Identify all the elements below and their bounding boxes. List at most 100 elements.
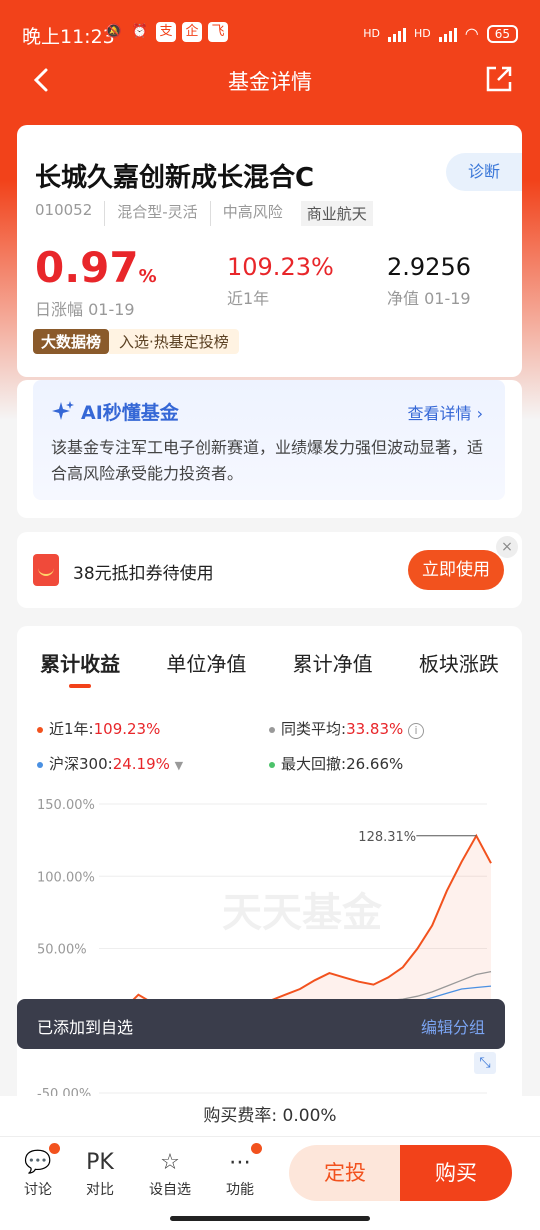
dingtou-button[interactable]: 定投 [289,1145,401,1201]
sparkle-icon [52,400,74,420]
page-title: 基金详情 [228,70,312,94]
tab-unit-nav[interactable]: 单位净值 [166,648,246,677]
alipay-icon: 支 [156,22,176,42]
ai-summary-section: AI秒懂基金 查看详情 › 该基金专注军工电子创新赛道，业绩爆发力强但波动显著，… [17,380,522,518]
daily-change-label: 日涨幅 01-19 [35,300,135,319]
daily-change-value: 0.97 [35,243,139,292]
battery-icon: 65 [486,24,518,43]
nav-stat: 2.9256 净值 01-19 [387,253,471,309]
legend-peer: 同类平均:33.83% i [269,718,425,739]
tab-cumulative-return[interactable]: 累计收益 [40,648,120,677]
one-year-value: 109.23% [227,253,334,281]
close-icon[interactable]: × [496,536,518,558]
legend-fund-label: 近1年: [49,720,94,738]
legend-drawdown: 最大回撤:26.66% [269,753,403,774]
ai-more-text: 查看详情 [407,404,472,423]
ai-summary-card[interactable]: AI秒懂基金 查看详情 › 该基金专注军工电子创新赛道，业绩爆发力强但波动显著，… [33,380,505,500]
y-tick-label: 50.00% [37,943,87,958]
hd-label-1: HD [363,27,380,40]
tab-sector-change[interactable]: 板块涨跌 [419,648,499,677]
chart-tabs: 累计收益 单位净值 累计净值 板块涨跌 [17,648,522,677]
mute-icon: 🔕 [105,24,123,39]
nav-label: 净值 01-19 [387,289,471,308]
nav-discuss[interactable]: 💬 讨论 [8,1143,68,1199]
y-tick-label: 100.00% [37,870,95,885]
fund-meta: 010052 混合型-灵活 中高风险 商业航天 [35,201,373,226]
alarm-icon: ⏰ [131,24,149,39]
daily-change-stat: 0.97% 日涨幅 01-19 [35,243,157,320]
y-tick-label: 150.00% [37,798,95,813]
nav-functions-label: 功能 [226,1182,254,1198]
peer-dot [269,726,275,733]
hd-label-2: HD [414,27,431,40]
fund-code: 010052 [35,201,93,219]
tab-cumulative-nav[interactable]: 累计净值 [293,648,373,677]
nav-watchlist-label: 设自选 [149,1182,191,1198]
pk-icon: PK [86,1150,114,1175]
sector-tag[interactable]: 商业航天 [300,201,373,226]
legend-fund-value: 109.23% [93,720,161,738]
expand-icon[interactable]: ⤡ [474,1052,496,1074]
ai-body: 该基金专注军工电子创新赛道，业绩爆发力强但波动显著，适合高风险承受能力投资者。 [51,438,484,483]
chat-icon: 💬 [8,1143,68,1179]
top-header: 基金详情 [0,56,540,104]
telegram-icon: 飞 [208,22,228,42]
annotation-label: 128.31% [358,830,416,845]
one-year-label: 近1年 [227,289,270,308]
chart-card: 累计收益 单位净值 累计净值 板块涨跌 近1年:109.23% 同类平均:33.… [17,626,522,1126]
signal-icon [388,26,406,42]
coupon-text: 38元抵扣券待使用 [73,564,214,584]
toast-text: 已添加到自选 [37,1018,134,1037]
purchase-fee: 购买费率: 0.00% [0,1096,540,1136]
fund-risk: 中高风险 [209,201,295,226]
legend-index-value: 24.19% [112,755,170,773]
use-coupon-button[interactable]: 立即使用 [408,550,504,590]
legend-peer-label: 同类平均: [281,720,347,738]
legend-peer-value: 33.83% [346,720,404,738]
buy-button[interactable]: 购买 [400,1145,512,1201]
nav-value: 2.9256 [387,253,471,281]
info-icon[interactable]: i [408,723,425,739]
drawdown-dot [269,761,275,768]
status-bar: 晚上11:23 🔕 ⏰ 支 企 飞 HD HD ◠ 65 [0,0,540,64]
nav-discuss-label: 讨论 [24,1182,52,1198]
chevron-right-icon: › [476,404,483,423]
fund-name: 长城久嘉创新成长混合C [35,163,315,193]
toast: 已添加到自选 编辑分组 [17,999,505,1049]
legend-fund: 近1年:109.23% [37,718,160,739]
edit-group-link[interactable]: 编辑分组 [421,1014,485,1038]
status-time: 晚上11:23 [22,26,115,48]
star-icon: ☆ [160,1150,180,1175]
nav-watchlist[interactable]: ☆ 设自选 [140,1147,200,1199]
fund-summary-card: 长城久嘉创新成长混合C 诊断 010052 混合型-灵活 中高风险 商业航天 0… [17,125,522,377]
nav-compare[interactable]: PK 对比 [70,1147,130,1199]
return-chart[interactable]: 150.00%100.00%50.00%-50.00%天天基金128.31% [17,788,522,1098]
nav-functions[interactable]: ⋯ 功能 [210,1143,270,1199]
fund-dot [37,726,43,733]
ai-title: AI秒懂基金 [51,398,179,425]
qq-icon: 企 [182,22,202,42]
status-icons: 🔕 ⏰ 支 企 飞 [104,22,228,42]
red-envelope-icon [33,554,59,586]
index-dot [37,761,43,768]
ai-more-link[interactable]: 查看详情 › [407,400,483,424]
legend-index[interactable]: 沪深300:24.19% ▼ [37,753,183,774]
more-icon: ⋯ [210,1143,270,1179]
notification-dot-2 [251,1143,262,1154]
ai-title-text: AI秒懂基金 [81,402,179,424]
wifi-icon: ◠ [464,24,479,43]
notification-dot [49,1143,60,1154]
watermark: 天天基金 [222,889,383,936]
legend-drawdown-label: 最大回撤: [281,755,347,773]
tab-indicator [69,684,91,688]
nav-compare-label: 对比 [86,1182,114,1198]
daily-change-unit: % [138,266,157,287]
bigdata-ranking[interactable]: 大数据榜 入选·热基定投榜 [33,328,239,354]
caret-down-icon: ▼ [174,759,184,772]
diagnose-button[interactable]: 诊断 [446,153,522,191]
home-indicator [170,1216,370,1221]
signal-icon-2 [438,26,457,42]
one-year-stat: 109.23% 近1年 [227,253,334,309]
bigdata-badge: 大数据榜 [33,328,110,354]
share-icon[interactable] [484,64,514,94]
